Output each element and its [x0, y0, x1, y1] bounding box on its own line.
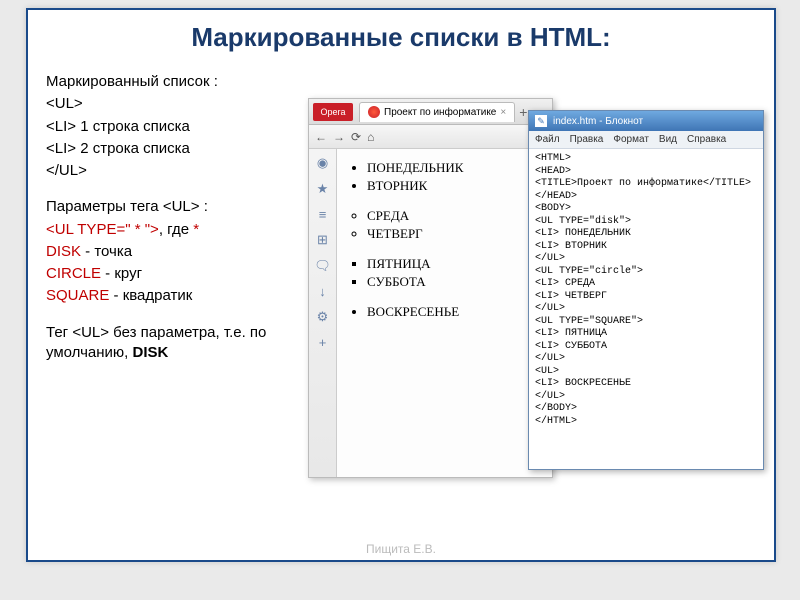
- sidebar-chat-icon[interactable]: 🗨: [314, 258, 331, 274]
- list-item: ПОНЕДЕЛЬНИК: [367, 159, 546, 177]
- text-line: Тег <UL> без параметра, т.е. по умолчани…: [46, 323, 326, 364]
- list-item: СРЕДА: [367, 207, 546, 225]
- browser-window: Opera Проект по информатике × + ← → ⟳ ⌂ …: [308, 98, 553, 478]
- list-square: ПЯТНИЦА СУББОТА: [343, 255, 546, 291]
- sidebar-download-icon[interactable]: ↓: [319, 284, 326, 299]
- notepad-title: index.htm - Блокнот: [553, 116, 643, 127]
- list-item: ВОСКРЕСЕНЬЕ: [367, 303, 546, 321]
- notepad-titlebar: ✎ index.htm - Блокнот: [529, 111, 763, 131]
- browser-tab[interactable]: Проект по информатике ×: [359, 102, 515, 122]
- menu-format[interactable]: Формат: [613, 134, 649, 145]
- sidebar-list-icon[interactable]: ≡: [319, 207, 327, 222]
- text-line: SQUARE - квадратик: [46, 286, 326, 306]
- list-item: ЧЕТВЕРГ: [367, 225, 546, 243]
- home-icon[interactable]: ⌂: [367, 130, 374, 144]
- sidebar-gear-icon[interactable]: ⚙: [317, 309, 329, 325]
- forward-icon[interactable]: →: [333, 130, 345, 144]
- tab-title: Проект по информатике: [384, 107, 496, 118]
- close-tab-icon[interactable]: ×: [500, 107, 506, 118]
- favicon-icon: [368, 106, 380, 118]
- text-line: Параметры тега <UL> :: [46, 197, 326, 217]
- list-default: ВОСКРЕСЕНЬЕ: [343, 303, 546, 321]
- text-line: <LI> 2 строка списка: [46, 139, 326, 159]
- sidebar-plus-icon[interactable]: +: [319, 335, 327, 350]
- explanation-text: Маркированный список : <UL> <LI> 1 строк…: [46, 72, 326, 365]
- text-line: <LI> 1 строка списка: [46, 117, 326, 137]
- back-icon[interactable]: ←: [315, 130, 327, 144]
- browser-tabbar: Opera Проект по информатике × +: [309, 99, 552, 125]
- text-line: <UL>: [46, 94, 326, 114]
- list-item: ПЯТНИЦА: [367, 255, 546, 273]
- text-line: DISK - точка: [46, 242, 326, 262]
- slide-frame: Маркированные списки в HTML: Маркированн…: [26, 8, 776, 562]
- text-line: <UL TYPE=" * ">, где *: [46, 220, 326, 240]
- notepad-icon: ✎: [535, 115, 547, 127]
- list-disk: ПОНЕДЕЛЬНИК ВТОРНИК: [343, 159, 546, 195]
- menu-file[interactable]: Файл: [535, 134, 560, 145]
- text-line: </UL>: [46, 161, 326, 181]
- menu-help[interactable]: Справка: [687, 134, 726, 145]
- sidebar-star-icon[interactable]: ★: [317, 181, 329, 197]
- sidebar-speed-icon[interactable]: ◉: [317, 155, 328, 171]
- list-circle: СРЕДА ЧЕТВЕРГ: [343, 207, 546, 243]
- menu-edit[interactable]: Правка: [570, 134, 604, 145]
- reload-icon[interactable]: ⟳: [351, 130, 361, 144]
- list-item: ВТОРНИК: [367, 177, 546, 195]
- opera-logo[interactable]: Opera: [313, 103, 353, 121]
- slide-title: Маркированные списки в HTML:: [28, 10, 774, 63]
- browser-page: ПОНЕДЕЛЬНИК ВТОРНИК СРЕДА ЧЕТВЕРГ ПЯТНИЦ…: [337, 149, 552, 477]
- notepad-window: ✎ index.htm - Блокнот Файл Правка Формат…: [528, 110, 764, 470]
- browser-sidebar: ◉ ★ ≡ ⊞ 🗨 ↓ ⚙ +: [309, 149, 337, 477]
- sidebar-grid-icon[interactable]: ⊞: [317, 232, 328, 248]
- list-item: СУББОТА: [367, 273, 546, 291]
- browser-toolbar: ← → ⟳ ⌂: [309, 125, 552, 149]
- menu-view[interactable]: Вид: [659, 134, 677, 145]
- notepad-menubar: Файл Правка Формат Вид Справка: [529, 131, 763, 149]
- text-line: CIRCLE - круг: [46, 264, 326, 284]
- new-tab-button[interactable]: +: [519, 104, 527, 120]
- slide-footer: Пищита Е.В.: [28, 542, 774, 556]
- text-line: Маркированный список :: [46, 72, 326, 92]
- notepad-code[interactable]: <HTML> <HEAD> <TITLE>Проект по информати…: [529, 149, 763, 432]
